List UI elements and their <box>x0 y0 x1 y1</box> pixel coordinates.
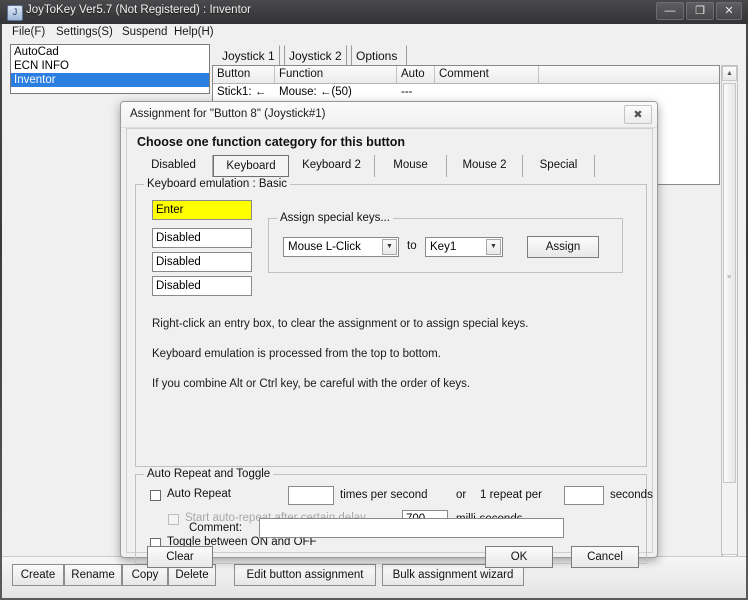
application-window: J JoyToKey Ver5.7 (Not Registered) : Inv… <box>0 0 748 600</box>
list-item[interactable]: Inventor <box>11 73 209 87</box>
scroll-up-arrow-icon[interactable]: ▲ <box>722 66 737 81</box>
menu-item-file[interactable]: File(F) <box>12 26 45 38</box>
tab-keyboard[interactable]: Keyboard <box>213 155 289 177</box>
auto-repeat-label: Auto Repeat <box>167 488 231 500</box>
dialog-body: Choose one function category for this bu… <box>126 128 653 568</box>
dialog-heading: Choose one function category for this bu… <box>137 135 406 149</box>
column-header-button[interactable]: Button <box>213 66 275 83</box>
assignment-dialog: Assignment for "Button 8" (Joystick#1) ✖… <box>120 101 658 568</box>
tab-options[interactable]: Options <box>346 45 408 66</box>
hint-text-3: If you combine Alt or Ctrl key, be caref… <box>152 378 471 390</box>
chevron-down-icon[interactable]: ▼ <box>382 239 397 255</box>
auto-repeat-seconds-input[interactable] <box>564 486 604 505</box>
list-item[interactable]: ECN INFO <box>11 59 209 73</box>
key-field-1[interactable]: Enter <box>152 200 252 220</box>
scrollbar-grip-icon: ≡ <box>727 274 732 281</box>
menu-item-help[interactable]: Help(H) <box>174 26 214 38</box>
keyboard-emulation-group: Keyboard emulation : Basic Enter Disable… <box>135 178 647 467</box>
special-key-target-dropdown[interactable]: Key1 ▼ <box>425 237 503 257</box>
auto-repeat-checkbox[interactable] <box>150 490 161 501</box>
maximize-button[interactable]: ❐ <box>686 2 714 20</box>
cell-auto: --- <box>401 86 413 98</box>
hint-text-2: Keyboard emulation is processed from the… <box>152 348 441 360</box>
assign-button[interactable]: Assign <box>527 236 599 258</box>
close-button[interactable]: ✕ <box>716 2 742 20</box>
grid-header-row: Button Function Auto Comment <box>213 66 719 84</box>
special-key-target-value: Key1 <box>430 241 457 253</box>
tab-mouse-2[interactable]: Mouse 2 <box>447 155 523 177</box>
window-title: JoyToKey Ver5.7 (Not Registered) : Inven… <box>26 4 251 16</box>
category-tabs: Disabled Keyboard Keyboard 2 Mouse Mouse… <box>135 155 647 177</box>
list-item[interactable]: AutoCad <box>11 45 209 59</box>
ok-button[interactable]: OK <box>485 546 553 568</box>
window-title-bar: J JoyToKey Ver5.7 (Not Registered) : Inv… <box>0 0 748 24</box>
keyboard-emulation-group-title: Keyboard emulation : Basic <box>144 178 290 190</box>
joystick-icon: J <box>7 5 23 21</box>
column-header-function[interactable]: Function <box>275 66 397 83</box>
edit-button-assignment-button[interactable]: Edit button assignment <box>234 564 376 586</box>
rename-button[interactable]: Rename <box>64 564 122 586</box>
assign-special-keys-group: Assign special keys... Mouse L-Click ▼ t… <box>268 212 623 273</box>
special-key-source-dropdown[interactable]: Mouse L-Click ▼ <box>283 237 399 257</box>
start-delay-checkbox[interactable] <box>168 514 179 525</box>
column-header-comment[interactable]: Comment <box>435 66 539 83</box>
dialog-close-icon[interactable]: ✖ <box>624 105 652 124</box>
create-button[interactable]: Create <box>12 564 64 586</box>
minimize-button[interactable]: — <box>656 2 684 20</box>
vertical-scrollbar[interactable]: ▲ ≡ ▼ <box>721 65 738 570</box>
comment-label: Comment: <box>189 522 243 534</box>
scrollbar-thumb[interactable]: ≡ <box>723 83 736 483</box>
special-key-source-value: Mouse L-Click <box>288 241 361 253</box>
chevron-down-icon[interactable]: ▼ <box>486 239 501 255</box>
key-field-3[interactable]: Disabled <box>152 252 252 272</box>
to-label: to <box>407 240 417 252</box>
dialog-title-bar: Assignment for "Button 8" (Joystick#1) ✖ <box>121 102 657 128</box>
tab-special[interactable]: Special <box>523 155 595 177</box>
or-label: or <box>456 489 467 501</box>
joystick-tabs: Joystick 1 Joystick 2 Options <box>212 44 720 66</box>
clear-button[interactable]: Clear <box>147 546 213 568</box>
menu-item-settings[interactable]: Settings(S) <box>56 26 113 38</box>
comment-input[interactable] <box>259 518 564 538</box>
menu-bar: File(F) Settings(S) Suspend Help(H) <box>2 24 746 42</box>
hint-text-1: Right-click an entry box, to clear the a… <box>152 318 529 330</box>
cell-button: Stick1: ← <box>217 86 267 98</box>
auto-repeat-rate-input[interactable] <box>288 486 334 505</box>
times-per-second-label: times per second <box>340 489 428 501</box>
menu-item-suspend[interactable]: Suspend <box>122 26 167 38</box>
tab-joystick-2[interactable]: Joystick 2 <box>279 45 352 66</box>
column-header-auto[interactable]: Auto <box>397 66 435 83</box>
auto-repeat-group-title: Auto Repeat and Toggle <box>144 468 274 480</box>
tab-disabled[interactable]: Disabled <box>135 155 213 177</box>
tab-keyboard-2[interactable]: Keyboard 2 <box>289 155 375 177</box>
tab-mouse[interactable]: Mouse <box>375 155 447 177</box>
assign-special-keys-group-title: Assign special keys... <box>277 212 393 224</box>
key-field-2[interactable]: Disabled <box>152 228 252 248</box>
tab-joystick-1[interactable]: Joystick 1 <box>212 45 285 66</box>
one-repeat-per-label: 1 repeat per <box>480 489 543 501</box>
cancel-button[interactable]: Cancel <box>571 546 639 568</box>
column-header-spacer <box>539 66 719 83</box>
cell-function: Mouse: ←(50) <box>279 86 352 98</box>
tab-strip-end <box>595 155 615 177</box>
profile-list[interactable]: AutoCad ECN INFO Inventor <box>10 44 210 94</box>
dialog-title: Assignment for "Button 8" (Joystick#1) <box>130 108 326 120</box>
key-field-4[interactable]: Disabled <box>152 276 252 296</box>
table-row[interactable]: Stick1: ← Mouse: ←(50) --- <box>213 84 719 100</box>
seconds-label: seconds <box>610 489 653 501</box>
cell-comment <box>435 84 543 100</box>
